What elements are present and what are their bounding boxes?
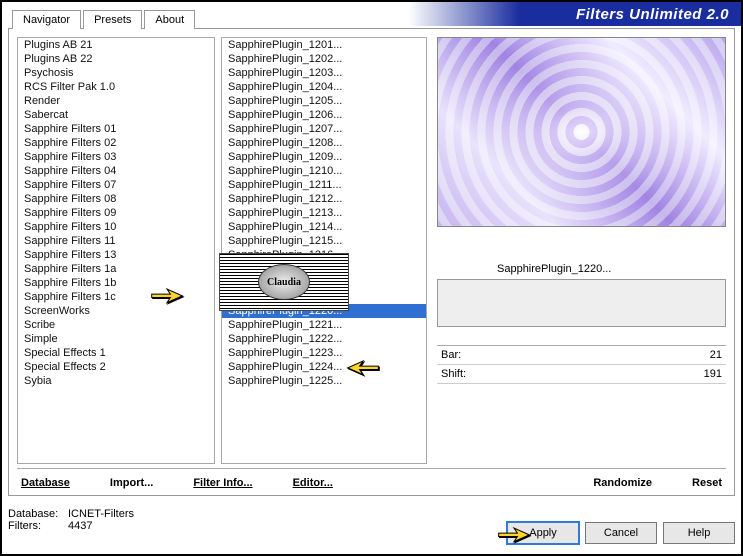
reset-link[interactable]: Reset [692, 477, 722, 489]
list-item[interactable]: SapphirePlugin_1203... [222, 66, 426, 80]
list-item[interactable]: Sapphire Filters 13 [18, 248, 214, 262]
list-item[interactable]: SapphirePlugin_1224... [222, 360, 426, 374]
list-item[interactable]: Sapphire Filters 1a [18, 262, 214, 276]
footer-meta: Database: ICNET-Filters Filters: 4437 [8, 502, 507, 548]
list-item[interactable]: SapphirePlugin_1209... [222, 150, 426, 164]
category-list[interactable]: Plugins AB 21Plugins AB 22PsychosisRCS F… [18, 38, 214, 463]
tab-presets[interactable]: Presets [83, 10, 142, 29]
tab-navigator[interactable]: Navigator [12, 10, 81, 29]
param-bar-label: Bar: [441, 349, 461, 361]
progress-bar [437, 279, 726, 327]
list-item[interactable]: Sapphire Filters 10 [18, 220, 214, 234]
watermark-text: Claudia [258, 264, 310, 300]
list-item[interactable]: Psychosis [18, 66, 214, 80]
list-item[interactable]: SapphirePlugin_1202... [222, 52, 426, 66]
plugin-list[interactable]: SapphirePlugin_1201...SapphirePlugin_120… [222, 38, 426, 463]
list-item[interactable]: SapphirePlugin_1204... [222, 80, 426, 94]
action-row: Database Import... Filter Info... Editor… [17, 468, 726, 491]
list-item[interactable]: Sapphire Filters 02 [18, 136, 214, 150]
list-item[interactable]: SapphirePlugin_1213... [222, 206, 426, 220]
footer-buttons: Apply Cancel Help [507, 502, 735, 548]
list-item[interactable]: Sapphire Filters 09 [18, 206, 214, 220]
navigator-panel: Plugins AB 21Plugins AB 22PsychosisRCS F… [8, 28, 735, 496]
app-title: Filters Unlimited 2.0 [576, 6, 729, 23]
parameter-table: Bar: 21 Shift: 191 [437, 345, 726, 464]
database-value: ICNET-Filters [68, 508, 134, 520]
list-item[interactable]: Sabercat [18, 108, 214, 122]
plugin-list-container: SapphirePlugin_1201...SapphirePlugin_120… [221, 37, 427, 464]
filters-label: Filters: [8, 520, 64, 532]
list-item[interactable]: Special Effects 2 [18, 360, 214, 374]
category-list-container: Plugins AB 21Plugins AB 22PsychosisRCS F… [17, 37, 215, 464]
list-item[interactable]: SapphirePlugin_1225... [222, 374, 426, 388]
param-row-bar[interactable]: Bar: 21 [437, 346, 726, 365]
editor-link[interactable]: Editor... [293, 477, 333, 489]
param-row-shift[interactable]: Shift: 191 [437, 365, 726, 384]
import-link[interactable]: Import... [110, 477, 153, 489]
list-item[interactable]: Render [18, 94, 214, 108]
cancel-button[interactable]: Cancel [585, 522, 657, 544]
list-item[interactable]: Plugins AB 22 [18, 52, 214, 66]
tab-strip: Navigator Presets About [12, 10, 197, 29]
list-item[interactable]: SapphirePlugin_1221... [222, 318, 426, 332]
list-item[interactable]: SapphirePlugin_1206... [222, 108, 426, 122]
list-item[interactable]: Sapphire Filters 11 [18, 234, 214, 248]
help-button[interactable]: Help [663, 522, 735, 544]
filter-preview [437, 37, 726, 227]
list-item[interactable]: Sybia [18, 374, 214, 388]
randomize-link[interactable]: Randomize [593, 477, 652, 489]
list-item[interactable]: SapphirePlugin_1223... [222, 346, 426, 360]
list-item[interactable]: SapphirePlugin_1215... [222, 234, 426, 248]
list-item[interactable]: Sapphire Filters 1c [18, 290, 214, 304]
list-item[interactable]: Special Effects 1 [18, 346, 214, 360]
list-item[interactable]: SapphirePlugin_1210... [222, 164, 426, 178]
plugin-progress-row: SapphirePlugin_1220... [437, 263, 726, 275]
apply-button[interactable]: Apply [507, 522, 579, 544]
watermark-logo: Claudia [219, 253, 349, 311]
filterinfo-link[interactable]: Filter Info... [193, 477, 252, 489]
param-shift-label: Shift: [441, 368, 466, 380]
tab-about[interactable]: About [144, 10, 195, 29]
plugin-name-label: SapphirePlugin_1220... [437, 263, 687, 275]
param-bar-value: 21 [710, 349, 722, 361]
list-item[interactable]: SapphirePlugin_1207... [222, 122, 426, 136]
preview-pane: SapphirePlugin_1220... Bar: 21 Shift: 19… [433, 37, 726, 464]
list-item[interactable]: Plugins AB 21 [18, 38, 214, 52]
list-item[interactable]: Sapphire Filters 03 [18, 150, 214, 164]
list-item[interactable]: Sapphire Filters 01 [18, 122, 214, 136]
list-item[interactable]: SapphirePlugin_1201... [222, 38, 426, 52]
database-link[interactable]: Database [21, 477, 70, 489]
filters-value: 4437 [68, 520, 92, 532]
database-label: Database: [8, 508, 64, 520]
list-item[interactable]: Sapphire Filters 1b [18, 276, 214, 290]
list-item[interactable]: Scribe [18, 318, 214, 332]
footer: Database: ICNET-Filters Filters: 4437 Ap… [8, 502, 735, 548]
list-item[interactable]: SapphirePlugin_1208... [222, 136, 426, 150]
list-item[interactable]: SapphirePlugin_1205... [222, 94, 426, 108]
list-item[interactable]: SapphirePlugin_1214... [222, 220, 426, 234]
list-item[interactable]: RCS Filter Pak 1.0 [18, 80, 214, 94]
list-item[interactable]: Sapphire Filters 04 [18, 164, 214, 178]
list-item[interactable]: SapphirePlugin_1211... [222, 178, 426, 192]
list-item[interactable]: Simple [18, 332, 214, 346]
param-shift-value: 191 [704, 368, 722, 380]
list-item[interactable]: Sapphire Filters 07 [18, 178, 214, 192]
list-item[interactable]: ScreenWorks [18, 304, 214, 318]
list-item[interactable]: SapphirePlugin_1222... [222, 332, 426, 346]
list-item[interactable]: SapphirePlugin_1212... [222, 192, 426, 206]
list-item[interactable]: Sapphire Filters 08 [18, 192, 214, 206]
